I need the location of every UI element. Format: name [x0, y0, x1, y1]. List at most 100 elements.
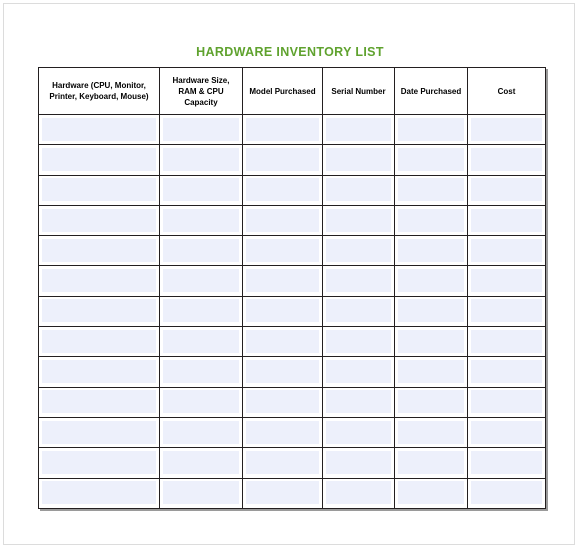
table-cell-serial[interactable]	[322, 356, 395, 388]
table-cell-cost[interactable]	[467, 447, 546, 479]
cell-value	[398, 299, 464, 323]
table-cell-date[interactable]	[394, 113, 468, 146]
table-cell-cost[interactable]	[467, 204, 546, 237]
table-cell-hardware[interactable]	[38, 295, 160, 328]
table-cell-cost[interactable]	[467, 265, 546, 297]
table-cell-serial[interactable]	[322, 265, 395, 297]
table-cell-hardware[interactable]	[38, 235, 160, 267]
table-cell-cost[interactable]	[467, 113, 546, 146]
table-cell-hardware[interactable]	[38, 326, 160, 358]
table-cell-serial[interactable]	[322, 326, 395, 358]
table-cell-serial[interactable]	[322, 174, 395, 206]
table-row[interactable]	[38, 416, 546, 449]
table-cell-model[interactable]	[242, 265, 323, 297]
cell-value	[42, 420, 156, 444]
table-cell-date[interactable]	[394, 174, 468, 206]
table-cell-model[interactable]	[242, 174, 323, 206]
table-cell-size[interactable]	[159, 416, 243, 449]
table-row[interactable]	[38, 235, 546, 267]
table-cell-serial[interactable]	[322, 113, 395, 146]
table-cell-cost[interactable]	[467, 326, 546, 358]
table-cell-serial[interactable]	[322, 386, 395, 418]
table-cell-model[interactable]	[242, 416, 323, 449]
cell-value	[163, 329, 239, 353]
table-cell-size[interactable]	[159, 326, 243, 358]
table-cell-size[interactable]	[159, 295, 243, 328]
table-cell-size[interactable]	[159, 144, 243, 176]
table-row[interactable]	[38, 477, 546, 509]
table-cell-serial[interactable]	[322, 447, 395, 479]
table-row[interactable]	[38, 204, 546, 237]
cell-value	[471, 117, 542, 141]
table-cell-model[interactable]	[242, 204, 323, 237]
table-cell-date[interactable]	[394, 386, 468, 418]
table-row[interactable]	[38, 356, 546, 388]
table-cell-serial[interactable]	[322, 204, 395, 237]
table-cell-hardware[interactable]	[38, 477, 160, 509]
table-cell-hardware[interactable]	[38, 265, 160, 297]
table-cell-serial[interactable]	[322, 144, 395, 176]
table-cell-size[interactable]	[159, 235, 243, 267]
table-cell-model[interactable]	[242, 386, 323, 418]
table-cell-date[interactable]	[394, 144, 468, 176]
document-page: HARDWARE INVENTORY LIST Hardware (CPU, M…	[3, 3, 575, 545]
table-cell-cost[interactable]	[467, 356, 546, 388]
table-cell-date[interactable]	[394, 416, 468, 449]
table-cell-date[interactable]	[394, 204, 468, 237]
column-header-serial: Serial Number	[322, 67, 395, 115]
table-cell-cost[interactable]	[467, 386, 546, 418]
table-cell-hardware[interactable]	[38, 386, 160, 418]
table-cell-cost[interactable]	[467, 144, 546, 176]
cell-value	[42, 329, 156, 353]
table-cell-date[interactable]	[394, 235, 468, 267]
table-row[interactable]	[38, 265, 546, 297]
table-cell-hardware[interactable]	[38, 356, 160, 388]
table-cell-model[interactable]	[242, 235, 323, 267]
cell-value	[471, 269, 542, 293]
table-cell-model[interactable]	[242, 447, 323, 479]
table-cell-cost[interactable]	[467, 295, 546, 328]
table-cell-cost[interactable]	[467, 235, 546, 267]
table-cell-cost[interactable]	[467, 416, 546, 449]
table-cell-serial[interactable]	[322, 235, 395, 267]
table-cell-hardware[interactable]	[38, 144, 160, 176]
table-row[interactable]	[38, 113, 546, 146]
table-cell-date[interactable]	[394, 265, 468, 297]
table-cell-size[interactable]	[159, 477, 243, 509]
table-cell-size[interactable]	[159, 265, 243, 297]
table-row[interactable]	[38, 295, 546, 328]
table-cell-model[interactable]	[242, 477, 323, 509]
table-cell-cost[interactable]	[467, 477, 546, 509]
cell-value	[326, 420, 391, 444]
table-cell-model[interactable]	[242, 113, 323, 146]
table-cell-model[interactable]	[242, 144, 323, 176]
table-cell-date[interactable]	[394, 295, 468, 328]
table-cell-hardware[interactable]	[38, 174, 160, 206]
table-cell-size[interactable]	[159, 386, 243, 418]
table-row[interactable]	[38, 386, 546, 418]
table-cell-size[interactable]	[159, 113, 243, 146]
table-cell-serial[interactable]	[322, 477, 395, 509]
table-cell-size[interactable]	[159, 447, 243, 479]
table-cell-date[interactable]	[394, 326, 468, 358]
table-cell-cost[interactable]	[467, 174, 546, 206]
table-row[interactable]	[38, 174, 546, 206]
table-cell-date[interactable]	[394, 447, 468, 479]
table-row[interactable]	[38, 447, 546, 479]
table-cell-model[interactable]	[242, 356, 323, 388]
table-cell-hardware[interactable]	[38, 416, 160, 449]
table-cell-serial[interactable]	[322, 295, 395, 328]
table-cell-model[interactable]	[242, 295, 323, 328]
table-cell-model[interactable]	[242, 326, 323, 358]
table-cell-size[interactable]	[159, 174, 243, 206]
table-row[interactable]	[38, 326, 546, 358]
table-cell-size[interactable]	[159, 356, 243, 388]
table-cell-date[interactable]	[394, 477, 468, 509]
table-cell-hardware[interactable]	[38, 447, 160, 479]
table-cell-serial[interactable]	[322, 416, 395, 449]
table-cell-hardware[interactable]	[38, 113, 160, 146]
table-cell-hardware[interactable]	[38, 204, 160, 237]
table-cell-date[interactable]	[394, 356, 468, 388]
table-row[interactable]	[38, 144, 546, 176]
table-cell-size[interactable]	[159, 204, 243, 237]
